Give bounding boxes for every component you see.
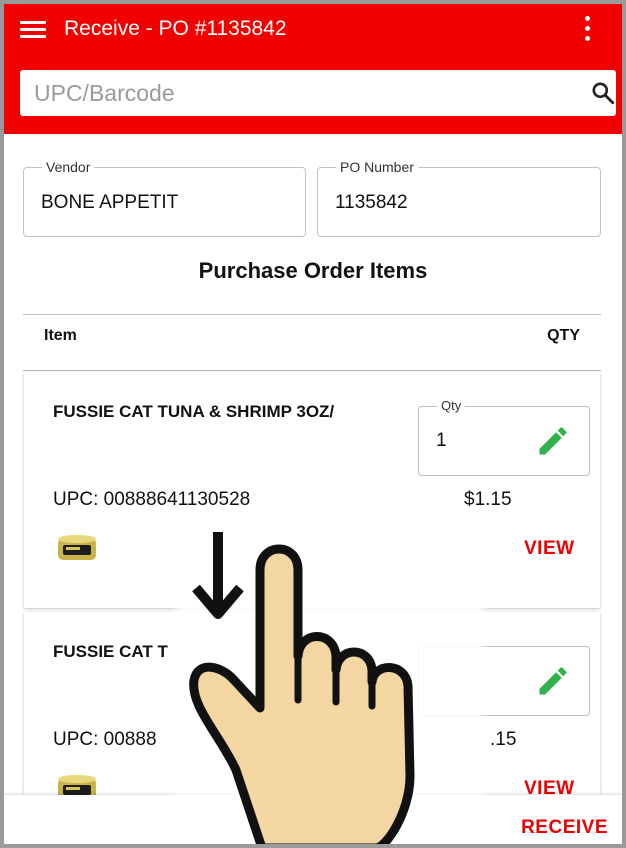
product-thumbnail	[58, 535, 96, 560]
divider	[23, 370, 601, 371]
vendor-field[interactable]: Vendor BONE APPETIT	[23, 158, 306, 237]
vendor-label: Vendor	[42, 158, 95, 176]
divider	[23, 314, 601, 315]
pencil-icon[interactable]	[535, 423, 571, 459]
qty-label: Qty	[437, 397, 466, 415]
qty-field[interactable]: Qty 1	[418, 397, 590, 476]
po-number-field[interactable]: PO Number 1135842	[317, 158, 601, 237]
more-vert-icon[interactable]	[578, 16, 596, 42]
column-header-item: Item	[44, 327, 77, 344]
swipe-gesture-overlay	[189, 532, 415, 848]
item-name: FUSSIE CAT TUNA & SHRIMP 3OZ/	[53, 402, 335, 421]
po-number-value: 1135842	[335, 192, 408, 213]
menu-icon[interactable]	[20, 21, 46, 39]
item-upc: UPC: 00888641130528	[53, 489, 251, 510]
po-number-label: PO Number	[336, 158, 418, 176]
qty-value: 1	[436, 430, 447, 451]
section-title: Purchase Order Items	[198, 258, 428, 283]
receive-button[interactable]: RECEIVE	[521, 817, 608, 839]
search-icon[interactable]	[590, 80, 616, 106]
view-link[interactable]: VIEW	[524, 538, 575, 560]
arrow-down-icon	[192, 532, 244, 619]
item-upc: UPC: 00888	[53, 729, 157, 750]
item-price: .15	[490, 729, 517, 750]
item-name: FUSSIE CAT T	[53, 642, 168, 661]
vendor-value: BONE APPETIT	[41, 192, 179, 213]
search-input[interactable]	[34, 76, 554, 110]
item-price: $1.15	[464, 489, 512, 510]
column-header-qty: QTY	[547, 327, 580, 344]
hand-pointer-icon	[189, 544, 415, 848]
search-bar	[20, 70, 616, 116]
page-title: Receive - PO #1135842	[64, 17, 287, 40]
pencil-icon[interactable]	[535, 663, 571, 699]
app-bar: Receive - PO #1135842	[0, 0, 626, 134]
